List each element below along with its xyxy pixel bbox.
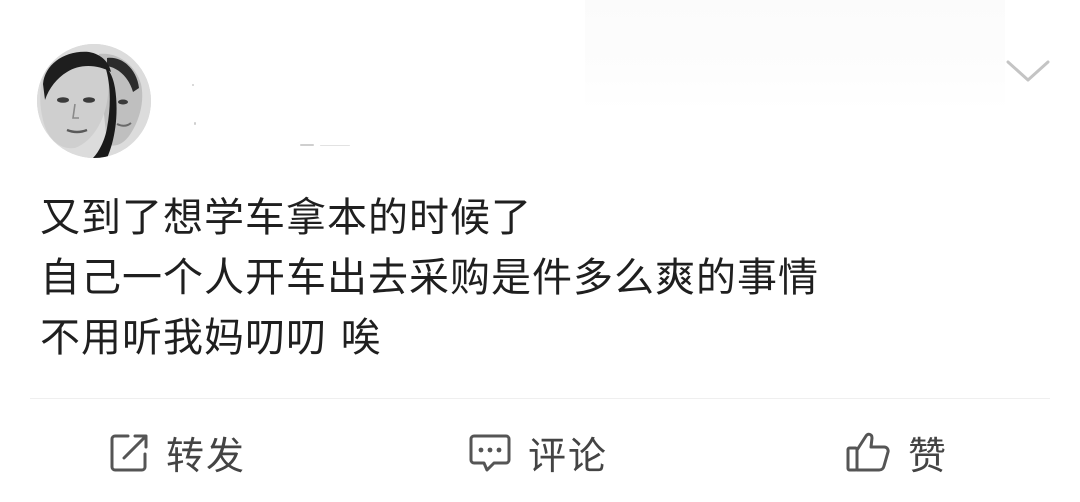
post-body: 又到了想学车拿本的时候了 自己一个人开车出去采购是件多么爽的事情 不用听我妈叨叨… — [40, 188, 1040, 368]
avatar[interactable] — [37, 44, 151, 158]
username-blurred — [188, 78, 368, 148]
divider — [30, 398, 1050, 399]
post-text-line: 又到了想学车拿本的时候了 — [40, 195, 532, 241]
action-bar: 转发 评论 赞 — [0, 420, 1080, 484]
share-icon — [106, 429, 152, 475]
comment-button[interactable]: 评论 — [466, 420, 608, 484]
more-options-button[interactable] — [1004, 58, 1052, 86]
post-text-line: 自己一个人开车出去采购是件多么爽的事情 — [40, 255, 819, 301]
background-blur — [585, 0, 1005, 110]
comment-icon — [466, 429, 514, 475]
like-button[interactable]: 赞 — [844, 420, 948, 484]
repost-label: 转发 — [166, 433, 247, 478]
thumbs-up-icon — [844, 429, 894, 475]
like-label: 赞 — [908, 433, 949, 478]
repost-button[interactable]: 转发 — [106, 420, 246, 484]
avatar-image — [37, 44, 151, 158]
post-text-line: 不用听我妈叨叨 唉 — [40, 315, 382, 361]
comment-label: 评论 — [528, 433, 609, 478]
chevron-down-icon — [1006, 60, 1050, 82]
